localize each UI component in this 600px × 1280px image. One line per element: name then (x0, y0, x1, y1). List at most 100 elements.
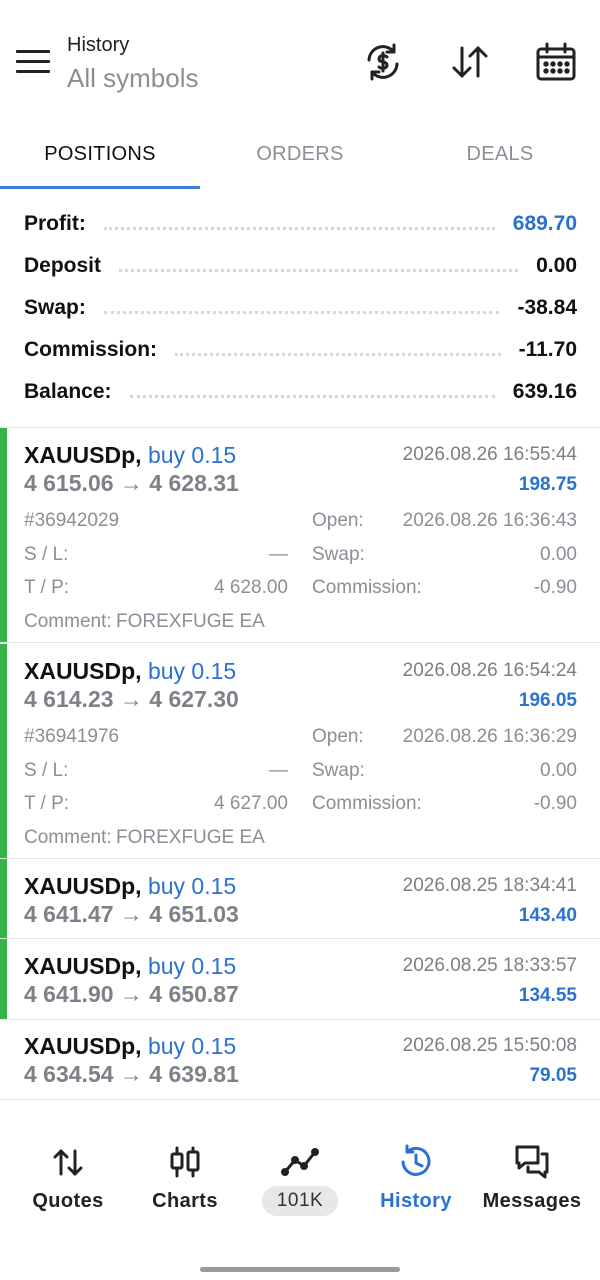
swap-label: Swap: (312, 544, 365, 565)
position-direction: buy 0.15 (147, 953, 237, 979)
position-profit: 143.40 (518, 905, 577, 926)
dotted-leader (103, 310, 500, 314)
position-item[interactable]: XAUUSDp, buy 0.15 2026.08.25 18:34:41 4 … (0, 859, 600, 938)
quotes-icon (48, 1142, 88, 1182)
close-time: 2026.08.25 18:33:57 (402, 955, 577, 976)
tp-value: 4 627.00 (214, 793, 288, 814)
nav-trade[interactable]: 101K (240, 1120, 360, 1220)
sl-label: S / L: (24, 544, 69, 565)
nav-label: Quotes (32, 1190, 104, 1212)
tab-positions[interactable]: POSITIONS (0, 120, 200, 188)
dotted-leader (119, 268, 519, 272)
nav-charts[interactable]: Charts (125, 1120, 245, 1220)
sl-value: — (269, 760, 288, 781)
summary-profit: Profit: 689.70 (24, 204, 577, 244)
position-direction: buy 0.15 (147, 442, 237, 468)
position-profit: 134.55 (518, 985, 577, 1006)
close-time: 2026.08.26 16:55:44 (402, 444, 577, 465)
page-title: History (67, 34, 130, 56)
tp-label: T / P: (24, 793, 70, 814)
nav-history[interactable]: History (356, 1120, 476, 1220)
tp-value: 4 628.00 (214, 577, 288, 598)
close-time: 2026.08.26 16:54:24 (402, 660, 577, 681)
dotted-leader (103, 226, 495, 230)
open-time: 2026.08.26 16:36:29 (402, 726, 577, 747)
trade-line-icon (280, 1142, 320, 1182)
symbol-filter[interactable]: All symbols (67, 60, 198, 96)
commission-label: Commission: (312, 577, 422, 598)
title-block: History All symbols (67, 32, 198, 96)
open-label: Open: (312, 726, 364, 747)
open-time: 2026.08.26 16:36:43 (402, 510, 577, 531)
close-time: 2026.08.25 15:50:08 (402, 1035, 577, 1056)
commission-value: -0.90 (533, 577, 577, 598)
summary-value: -11.70 (518, 338, 577, 361)
summary-label: Swap: (24, 296, 86, 319)
app-header: History All symbols (0, 0, 600, 120)
position-item[interactable]: XAUUSDp, buy 0.15 2026.08.26 16:55:44 4 … (0, 428, 600, 642)
summary-value: 689.70 (512, 212, 577, 235)
position-item[interactable]: XAUUSDp, buy 0.15 2026.08.25 18:33:57 4 … (0, 939, 600, 1019)
comment-value: FOREXFUGE EA (116, 827, 265, 848)
price-range: 4 641.90 → 4 650.87 (24, 981, 239, 1007)
summary-value: 0.00 (536, 254, 577, 277)
swap-value: 0.00 (540, 544, 577, 565)
commission-value: -0.90 (533, 793, 577, 814)
history-icon (396, 1142, 436, 1182)
nav-label: Charts (152, 1190, 218, 1212)
menu-icon[interactable] (16, 50, 50, 76)
tab-deals[interactable]: DEALS (400, 120, 600, 188)
position-direction: buy 0.15 (147, 1033, 237, 1059)
balance-badge: 101K (262, 1186, 338, 1216)
profit-indicator-bar (0, 859, 7, 938)
position-symbol: XAUUSDp, buy 0.15 (24, 953, 237, 979)
summary-balance: Balance: 639.16 (24, 372, 577, 412)
position-profit: 196.05 (518, 690, 577, 711)
summary-commission: Commission: -11.70 (24, 330, 577, 370)
position-item[interactable]: XAUUSDp, buy 0.15 2026.08.25 15:50:08 4 … (0, 1019, 600, 1099)
nav-label: Messages (482, 1190, 582, 1212)
comment-value: FOREXFUGE EA (116, 611, 265, 632)
summary-label: Profit: (24, 212, 86, 235)
price-range: 4 614.23 → 4 627.30 (24, 686, 239, 712)
tab-bar: POSITIONS ORDERS DEALS (0, 120, 600, 190)
divider (0, 1099, 600, 1100)
nav-quotes[interactable]: Quotes (8, 1120, 128, 1220)
comment-label: Comment: (24, 827, 112, 848)
active-tab-indicator (0, 186, 200, 189)
sl-value: — (269, 544, 288, 565)
summary-swap: Swap: -38.84 (24, 288, 577, 328)
nav-messages[interactable]: Messages (472, 1120, 592, 1220)
price-range: 4 634.54 → 4 639.81 (24, 1061, 239, 1087)
divider (0, 642, 600, 643)
position-symbol: XAUUSDp, buy 0.15 (24, 1033, 237, 1059)
calendar-icon[interactable] (534, 40, 578, 84)
messages-icon (512, 1142, 552, 1182)
close-time: 2026.08.25 18:34:41 (402, 875, 577, 896)
position-direction: buy 0.15 (147, 658, 237, 684)
summary-value: 639.16 (512, 380, 577, 403)
bottom-navigation: Quotes Charts 101K History Messages (0, 1120, 600, 1230)
tab-orders[interactable]: ORDERS (200, 120, 400, 188)
nav-label: History (380, 1190, 452, 1212)
sl-label: S / L: (24, 760, 69, 781)
position-symbol: XAUUSDp, buy 0.15 (24, 658, 237, 684)
position-item[interactable]: XAUUSDp, buy 0.15 2026.08.26 16:54:24 4 … (0, 644, 600, 858)
position-profit: 79.05 (529, 1065, 577, 1086)
ticket-number: #36941976 (24, 726, 120, 747)
currency-exchange-icon[interactable] (361, 40, 405, 84)
summary-label: Commission: (24, 338, 158, 361)
profit-indicator-bar (0, 428, 7, 642)
home-indicator[interactable] (200, 1267, 400, 1272)
summary-value: -38.84 (517, 296, 577, 319)
ticket-number: #36942029 (24, 510, 120, 531)
swap-label: Swap: (312, 760, 365, 781)
profit-indicator-bar (0, 939, 7, 1019)
dotted-leader (129, 394, 495, 398)
sort-icon[interactable] (448, 40, 492, 84)
dotted-leader (175, 352, 501, 356)
commission-label: Commission: (312, 793, 422, 814)
swap-value: 0.00 (540, 760, 577, 781)
position-symbol: XAUUSDp, buy 0.15 (24, 873, 237, 899)
candlestick-icon (165, 1142, 205, 1182)
